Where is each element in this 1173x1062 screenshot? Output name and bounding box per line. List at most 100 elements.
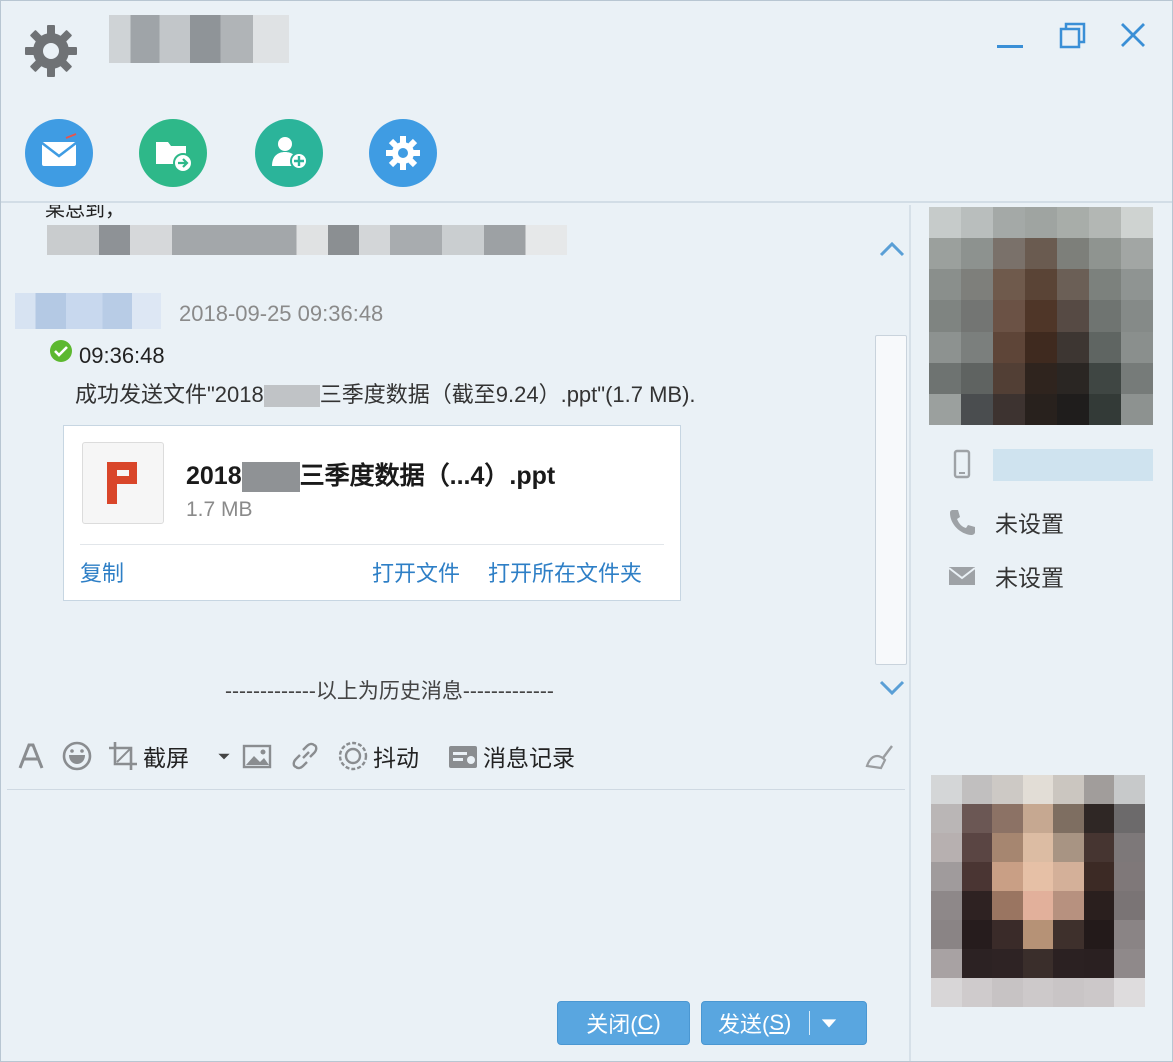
send-split-divider	[809, 1011, 811, 1035]
send-file-button[interactable]	[139, 119, 207, 187]
screenshot-button[interactable]: 截屏	[107, 737, 189, 775]
avatar-pixel	[929, 207, 961, 239]
avatar-pixel	[1057, 362, 1089, 394]
avatar-pixel	[1022, 920, 1054, 949]
avatar-pixel	[961, 775, 993, 804]
message-timestamp: 2018-09-25 09:36:48	[179, 301, 384, 326]
send-button[interactable]: 发送(S)	[701, 1001, 867, 1045]
avatar-pixel	[1022, 949, 1054, 978]
status-time: 09:36:48	[79, 343, 165, 368]
avatar-pixel	[1083, 775, 1115, 804]
history-separator: -------------以上为历史消息-------------	[225, 680, 554, 703]
settings-button[interactable]	[369, 119, 437, 187]
message-input[interactable]	[7, 789, 905, 989]
scroll-up-icon[interactable]	[875, 235, 909, 265]
status-text-end: 三季度数据（截至9.24）.ppt"(1.7 MB).	[319, 382, 696, 407]
open-folder-link[interactable]: 打开所在文件夹	[488, 556, 642, 588]
close-label: 关闭(	[586, 1012, 638, 1037]
avatar-pixel	[1083, 949, 1115, 978]
emoji-icon	[62, 741, 92, 771]
avatar-pixel	[1053, 862, 1084, 891]
link-button[interactable]	[289, 737, 321, 775]
restore-icon[interactable]	[1053, 19, 1093, 55]
powerpoint-icon	[82, 442, 164, 524]
phone-row: 未设置	[947, 505, 1064, 539]
mail-button[interactable]	[25, 119, 93, 187]
file-sent-status: 成功发送文件"2018 三季度数据（截至9.24）.ppt"(1.7 MB).	[75, 377, 696, 409]
avatar-pixel	[1114, 775, 1145, 804]
avatar-pixel	[1114, 804, 1145, 833]
input-toolbar: 截屏 抖动 消息记录	[1, 731, 906, 785]
close-label-end: )	[653, 1010, 661, 1035]
scroll-down-icon[interactable]	[875, 673, 909, 703]
send-options-icon[interactable]	[820, 1014, 838, 1032]
clear-button[interactable]	[863, 737, 895, 775]
avatar-pixel	[1114, 949, 1145, 978]
avatar-pixel	[1121, 362, 1153, 394]
file-size: 1.7 MB	[186, 498, 253, 521]
avatar-pixel	[1114, 833, 1145, 862]
message-history-button[interactable]: 消息记录	[447, 737, 575, 775]
avatar-pixel	[1089, 393, 1121, 425]
avatar-pixel	[961, 207, 993, 239]
avatar-pixel	[961, 393, 993, 425]
sender-name-redacted	[15, 293, 161, 329]
file-name-end: 三季度数据（...4）.ppt	[299, 462, 556, 490]
shake-button[interactable]: 抖动	[337, 737, 419, 775]
emoji-button[interactable]	[61, 737, 93, 775]
avatar-pixel	[961, 804, 993, 833]
avatar-pixel	[1053, 891, 1084, 920]
image-button[interactable]	[241, 737, 273, 775]
avatar-pixel	[1057, 300, 1089, 332]
avatar-pixel	[1121, 238, 1153, 270]
avatar-pixel	[1053, 949, 1084, 978]
avatar-pixel	[1022, 862, 1054, 891]
email-row: 未设置	[947, 559, 1064, 593]
avatar-pixel	[931, 804, 962, 833]
message-history-icon	[449, 746, 477, 768]
avatar-pixel	[1083, 920, 1115, 949]
mobile-number-redacted	[993, 449, 1153, 481]
avatar-pixel	[1121, 269, 1153, 301]
avatar-pixel	[1057, 393, 1089, 425]
avatar-pixel	[1025, 269, 1057, 301]
file-name: 2018 三季度数据（...4）.ppt	[186, 456, 556, 493]
send-label: 发送(	[718, 1012, 770, 1037]
redacted-message-line	[47, 225, 567, 255]
avatar-pixel	[931, 862, 962, 891]
chat-window: 某总到， 2018-09-25 09:36:48 09:36:48 成功发送文件…	[0, 0, 1173, 1062]
avatar-pixel	[929, 300, 961, 332]
avatar-pixel	[1053, 920, 1084, 949]
avatar-pixel	[992, 775, 1023, 804]
add-contact-button[interactable]	[255, 119, 323, 187]
redacted-text	[263, 385, 320, 408]
avatar-pixel	[1025, 331, 1057, 363]
redacted-text	[241, 462, 300, 493]
clear-icon	[865, 745, 893, 770]
close-button[interactable]: 关闭(C)	[557, 1001, 690, 1045]
mobile-row	[947, 449, 977, 479]
close-icon[interactable]	[1113, 19, 1153, 55]
avatar-pixel	[1022, 833, 1054, 862]
add-contact-icon	[272, 137, 308, 170]
avatar-pixel	[961, 300, 993, 332]
avatar-pixel	[1114, 891, 1145, 920]
avatar-pixel	[929, 331, 961, 363]
scrollbar-thumb[interactable]	[875, 335, 907, 665]
avatar-pixel	[931, 891, 962, 920]
mail-icon	[41, 133, 77, 166]
screenshot-icon	[109, 742, 137, 770]
font-button[interactable]	[15, 737, 47, 775]
file-name-start: 2018	[186, 462, 242, 490]
open-file-link[interactable]: 打开文件	[372, 556, 460, 588]
minimize-icon[interactable]	[991, 19, 1031, 55]
avatar-pixel	[992, 862, 1023, 891]
avatar-pixel	[1089, 207, 1121, 239]
screenshot-options-button[interactable]	[215, 737, 233, 775]
avatar-pixel	[1053, 833, 1084, 862]
copy-link[interactable]: 复制	[80, 556, 124, 588]
avatar-pixel	[929, 269, 961, 301]
avatar-pixel	[992, 920, 1023, 949]
avatar-pixel	[1114, 862, 1145, 891]
avatar-pixel	[931, 949, 962, 978]
